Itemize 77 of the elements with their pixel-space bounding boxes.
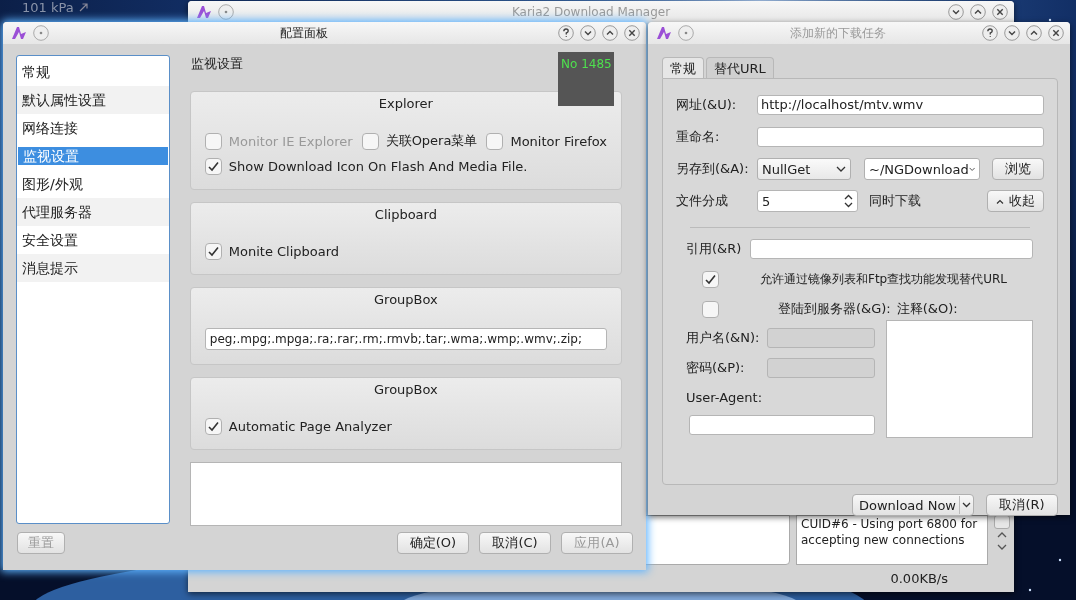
- group-title: Clipboard: [374, 207, 437, 222]
- window-title: 添加新的下载任务: [789, 24, 887, 42]
- url-field[interactable]: http://localhost/mtv.wmv: [757, 95, 1044, 115]
- checkbox-label: Monite Clipboard: [228, 244, 340, 259]
- field-label: 网址(&U):: [676, 96, 738, 114]
- checkbox-label: Monitor IE Explorer: [228, 133, 353, 149]
- download-now-button[interactable]: Download Now: [851, 494, 974, 516]
- dialog-button[interactable]: 取消(C): [479, 532, 551, 554]
- checkbox-label: 关联Opera菜单: [385, 132, 478, 150]
- close-button[interactable]: [624, 25, 640, 41]
- browse-button[interactable]: 浏览: [992, 158, 1044, 180]
- category-item[interactable]: 网络连接: [17, 114, 169, 142]
- checkbox[interactable]: [361, 132, 379, 150]
- counter-overlay: No 1485: [560, 56, 613, 71]
- field-label: User-Agent:: [686, 390, 764, 405]
- field-label: 注释(&O):: [896, 300, 958, 318]
- category-item[interactable]: 代理服务器: [17, 198, 169, 226]
- dialog-button[interactable]: 确定(O): [397, 532, 469, 554]
- extension-field[interactable]: peg;.mpg;.mpga;.ra;.rar;.rm;.rmvb;.tar;.wma;.wmp;.wmv;.zip;: [204, 328, 607, 350]
- field-label: 另存到(&A):: [676, 160, 750, 178]
- close-button[interactable]: [1048, 25, 1064, 41]
- minimize-button[interactable]: [580, 25, 596, 41]
- field-label: 引用(&R): [686, 240, 743, 258]
- checkbox[interactable]: [204, 158, 222, 175]
- checkbox-label: Automatic Page Analyzer: [228, 419, 392, 434]
- maximize-button[interactable]: [602, 25, 618, 41]
- directory-dropdown[interactable]: ~/NGDownload: [864, 158, 980, 180]
- checkbox-label: 登陆到服务器(&G):: [778, 300, 891, 318]
- category-item[interactable]: 默认属性设置: [17, 86, 169, 114]
- category-item[interactable]: 消息提示: [17, 254, 169, 282]
- cancel-button[interactable]: 取消(R): [986, 494, 1058, 516]
- category-item[interactable]: 图形/外观: [17, 170, 169, 198]
- window-title: Karia2 Download Manager: [510, 5, 672, 19]
- field-label: 重命名:: [676, 128, 721, 146]
- field-label: 密码(&P):: [686, 359, 745, 377]
- checkbox-label: Show Download Icon On Flash And Media File.: [228, 159, 528, 174]
- spin-arrows-icon: [844, 194, 853, 208]
- checkbox[interactable]: [486, 132, 504, 150]
- help-button[interactable]: [558, 25, 574, 41]
- app-logo-icon: [656, 26, 672, 40]
- collapse-button[interactable]: 收起: [987, 190, 1044, 212]
- tab[interactable]: 常规: [662, 57, 704, 78]
- category-dropdown[interactable]: NullGet: [757, 158, 851, 180]
- field-label: 用户名(&N):: [686, 329, 760, 347]
- window-title: 配置面板: [278, 24, 329, 42]
- page-title: 监视设置: [190, 55, 243, 73]
- trend-arrow-icon: [78, 3, 88, 12]
- app-logo-icon: [11, 26, 27, 40]
- maximize-button[interactable]: [1026, 25, 1042, 41]
- checkbox[interactable]: [204, 243, 222, 260]
- field-label: 文件分成: [676, 192, 729, 210]
- minimize-button[interactable]: [948, 4, 964, 20]
- download-speed: 0.00KB/s: [890, 571, 948, 586]
- caret-up-icon: [996, 198, 1004, 204]
- tab[interactable]: 替代URL: [706, 57, 774, 78]
- maximize-button[interactable]: [970, 4, 986, 20]
- checkbox[interactable]: [702, 300, 719, 318]
- group-title: Explorer: [378, 96, 433, 111]
- checkbox[interactable]: [702, 270, 719, 288]
- checkbox-label: 允许通过镜像列表和Ftp查找功能发现替代URL: [760, 270, 1008, 288]
- field-label: 同时下载: [869, 192, 921, 210]
- user-agent-field[interactable]: [689, 415, 875, 435]
- minimize-button[interactable]: [1004, 25, 1020, 41]
- category-item[interactable]: 安全设置: [17, 226, 169, 254]
- group-title: GroupBox: [374, 382, 438, 397]
- help-button[interactable]: [982, 25, 998, 41]
- checkbox-label: Monitor Firefox: [510, 133, 607, 149]
- pressure-reading: 101 kPa: [22, 0, 74, 15]
- category-item[interactable]: 常规: [17, 58, 169, 86]
- segments-spinbox[interactable]: 5: [757, 190, 858, 212]
- close-button[interactable]: [992, 4, 1008, 20]
- group-title: GroupBox: [374, 292, 438, 307]
- referer-field[interactable]: [750, 239, 1033, 259]
- rename-field[interactable]: [757, 127, 1044, 147]
- app-logo-icon: [196, 5, 212, 19]
- log-text-area: CUID#6 - Using port 6800 for accepting new connections: [796, 515, 988, 565]
- checkbox[interactable]: [204, 418, 222, 435]
